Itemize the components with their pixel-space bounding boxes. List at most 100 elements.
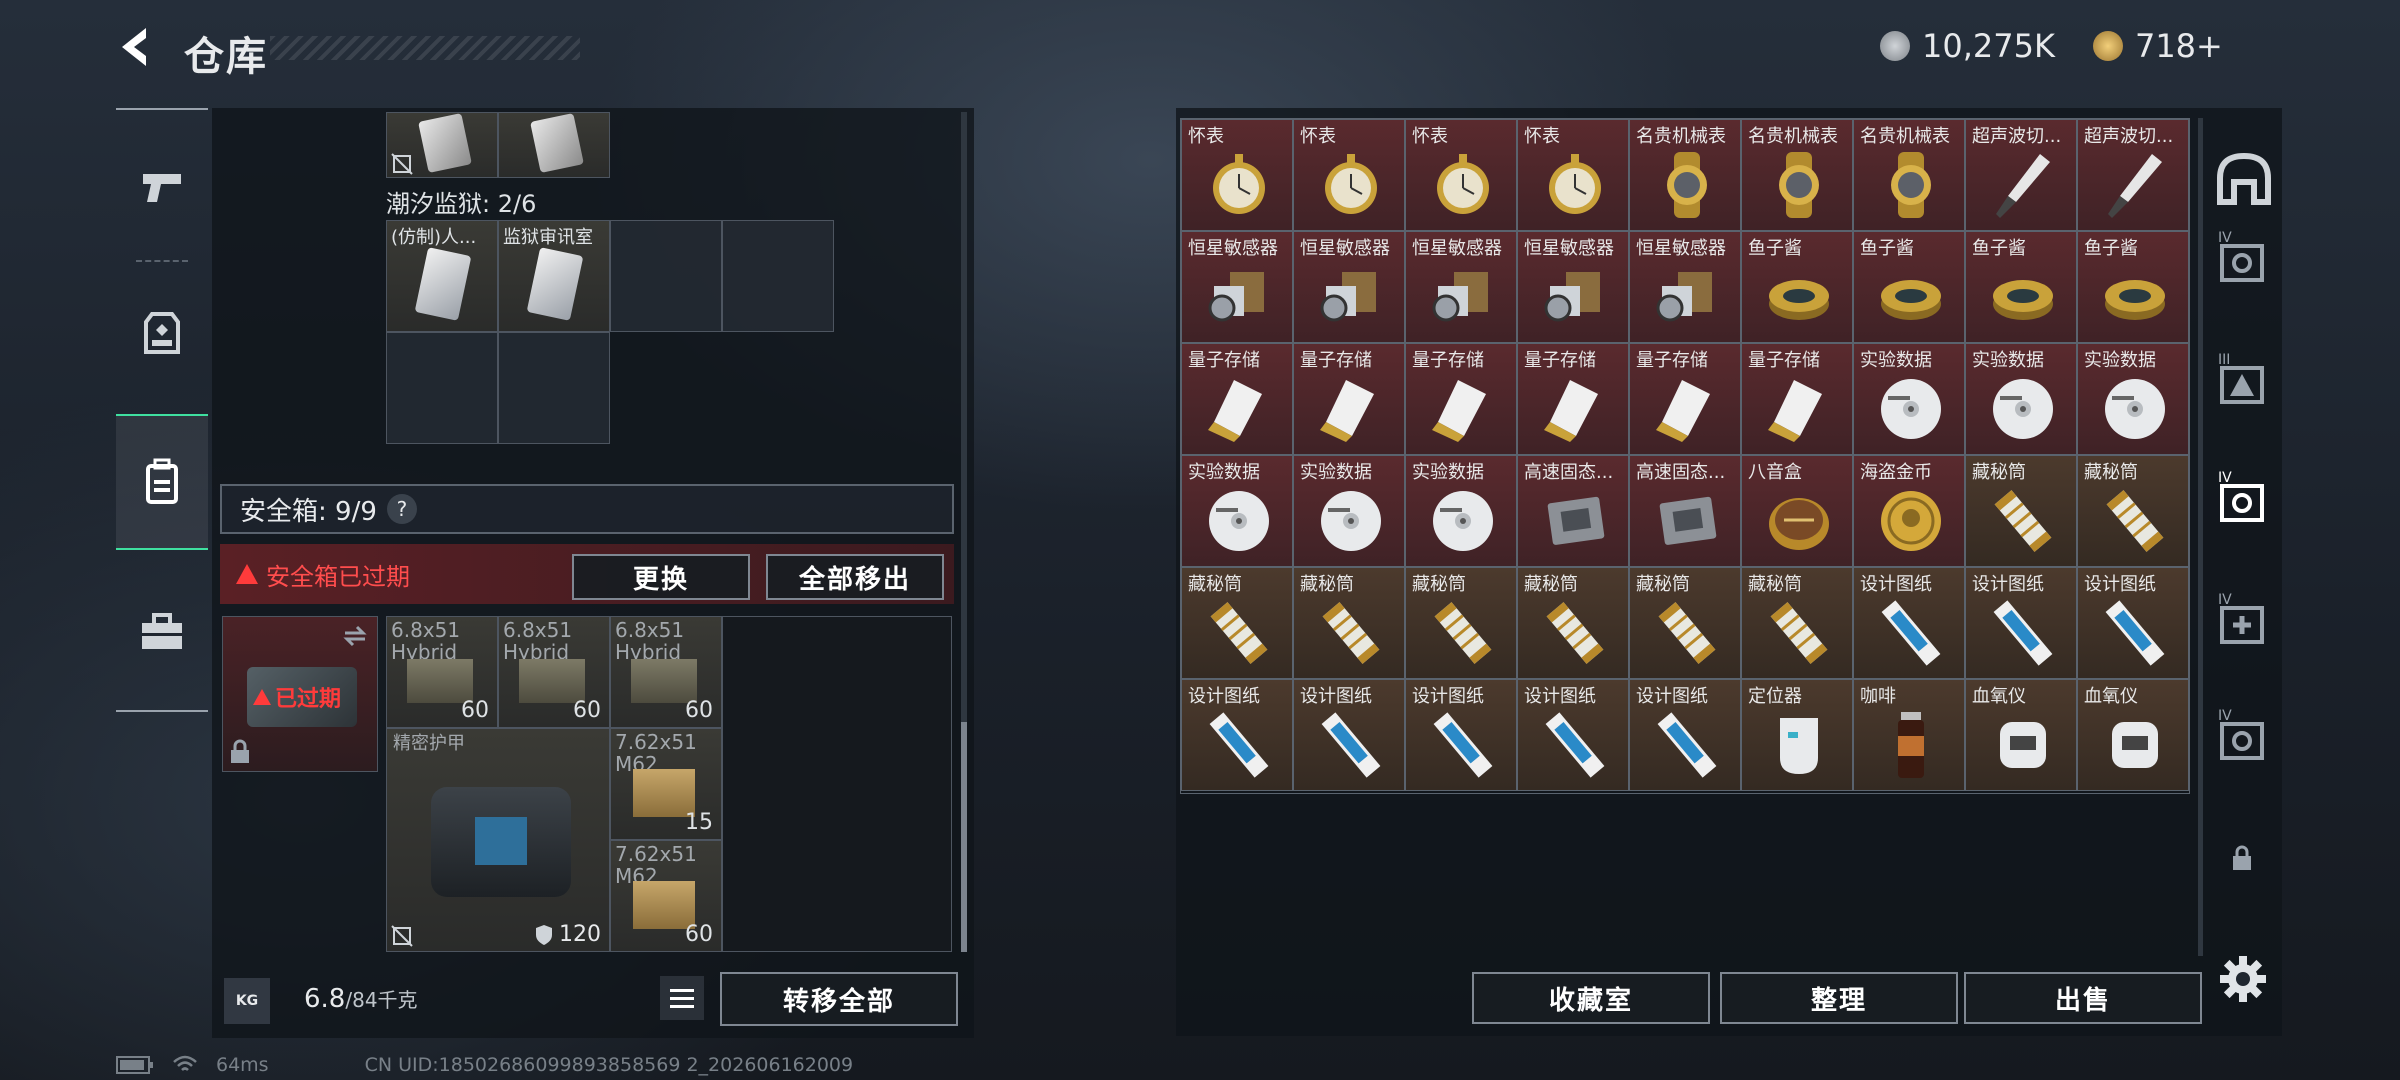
stash-item[interactable]: 恒星敏感器 (1405, 231, 1517, 343)
item-slot[interactable]: 精密护甲 120 (386, 728, 610, 952)
lock-icon[interactable] (2230, 844, 2254, 872)
item-slot[interactable]: 6.8x51 Hybrid 60 (498, 616, 610, 728)
stash-item[interactable]: 鱼子酱 (1741, 231, 1853, 343)
stash-item[interactable]: 超声波切... (2077, 119, 2189, 231)
stash-item[interactable]: 怀表 (1517, 119, 1629, 231)
item-slot[interactable]: 6.8x51 Hybrid 60 (386, 616, 498, 728)
item-slot[interactable]: 7.62x51 M62 60 (610, 840, 722, 952)
stash-item-name: 藏秘筒 (1524, 574, 1578, 595)
help-icon[interactable]: ? (386, 494, 417, 524)
empty-slot[interactable] (610, 220, 722, 332)
transfer-all-button[interactable]: 转移全部 (720, 972, 958, 1026)
stash-item[interactable]: 藏秘筒 (1965, 455, 2077, 567)
stash-home-icon[interactable] (2214, 148, 2274, 208)
stash-item[interactable]: 量子存储 (1405, 343, 1517, 455)
empty-slot[interactable] (386, 332, 498, 444)
stash-item[interactable]: 量子存储 (1741, 343, 1853, 455)
stash-item[interactable]: 恒星敏感器 (1517, 231, 1629, 343)
stash-item[interactable]: 实验数据 (1965, 343, 2077, 455)
stash-item-name: 设计图纸 (1188, 686, 1260, 707)
scrollbar-thumb[interactable] (961, 722, 967, 952)
back-icon[interactable] (112, 22, 162, 72)
stash-item[interactable]: 恒星敏感器 (1629, 231, 1741, 343)
tier-iv-active-tab[interactable]: IV (2214, 470, 2274, 530)
stash-item[interactable]: 设计图纸 (1293, 679, 1405, 791)
nav-case[interactable] (126, 596, 198, 668)
stash-scrollbar[interactable] (2198, 118, 2203, 956)
stash-item[interactable]: 鱼子酱 (2077, 231, 2189, 343)
inventory-scrollbar[interactable] (961, 112, 967, 952)
settings-gear-icon[interactable] (2218, 954, 2268, 1004)
stash-item[interactable]: 实验数据 (1405, 455, 1517, 567)
stash-item[interactable]: 设计图纸 (1405, 679, 1517, 791)
nav-weapons[interactable] (126, 152, 198, 224)
stash-item[interactable]: 海盗金币 (1853, 455, 1965, 567)
stash-item[interactable]: 定位器 (1741, 679, 1853, 791)
stash-item[interactable]: 量子存储 (1181, 343, 1293, 455)
item-slot[interactable] (498, 112, 610, 178)
item-slot[interactable]: 监狱审讯室 (498, 220, 610, 332)
replace-button[interactable]: 更换 (572, 554, 750, 600)
stash-item[interactable]: 实验数据 (1853, 343, 1965, 455)
stash-item[interactable]: 实验数据 (1293, 455, 1405, 567)
list-view-button[interactable] (660, 976, 704, 1020)
empty-slot[interactable] (498, 332, 610, 444)
stash-item[interactable]: 恒星敏感器 (1181, 231, 1293, 343)
stash-item[interactable]: 八音盒 (1741, 455, 1853, 567)
safebox-slot[interactable]: 已过期 (222, 616, 378, 772)
item-slot[interactable]: 6.8x51 Hybrid 60 (610, 616, 722, 728)
stash-item[interactable]: 名贵机械表 (1853, 119, 1965, 231)
stash-item[interactable]: 血氧仪 (1965, 679, 2077, 791)
stash-item[interactable]: 怀表 (1181, 119, 1293, 231)
stash-item[interactable]: 怀表 (1405, 119, 1517, 231)
stash-item[interactable]: 实验数据 (1181, 455, 1293, 567)
stash-item[interactable]: 藏秘筒 (2077, 455, 2189, 567)
stash-item[interactable]: 藏秘筒 (1293, 567, 1405, 679)
tier-iv-tab[interactable]: IV (2214, 230, 2274, 290)
stash-item[interactable]: 鱼子酱 (1965, 231, 2077, 343)
stash-item-name: 实验数据 (1300, 462, 1372, 483)
stash-item[interactable]: 高速固态... (1629, 455, 1741, 567)
collection-button[interactable]: 收藏室 (1472, 972, 1710, 1024)
stash-item[interactable]: 恒星敏感器 (1293, 231, 1405, 343)
sell-button[interactable]: 出售 (1964, 972, 2202, 1024)
stash-item[interactable]: 高速固态... (1517, 455, 1629, 567)
stash-item[interactable]: 设计图纸 (1965, 567, 2077, 679)
stash-item[interactable]: 藏秘筒 (1517, 567, 1629, 679)
stash-item[interactable]: 设计图纸 (1853, 567, 1965, 679)
stash-item-name: 设计图纸 (1860, 574, 1932, 595)
tier-iv-tab-2[interactable]: IV (2214, 708, 2274, 768)
stash-item[interactable]: 藏秘筒 (1405, 567, 1517, 679)
sort-button[interactable]: 整理 (1720, 972, 1958, 1024)
stash-item[interactable]: 设计图纸 (1517, 679, 1629, 791)
stash-item[interactable]: 鱼子酱 (1853, 231, 1965, 343)
item-slot[interactable]: 7.62x51 M62 15 (610, 728, 722, 840)
item-slot[interactable] (386, 112, 498, 178)
stash-item[interactable]: 藏秘筒 (1741, 567, 1853, 679)
stash-item[interactable]: 名贵机械表 (1741, 119, 1853, 231)
stash-item[interactable]: 量子存储 (1517, 343, 1629, 455)
stash-item[interactable]: 设计图纸 (1629, 679, 1741, 791)
stash-item[interactable]: 名贵机械表 (1629, 119, 1741, 231)
stash-item[interactable]: 量子存储 (1293, 343, 1405, 455)
move-all-out-button[interactable]: 全部移出 (766, 554, 944, 600)
tier-iv-add-tab[interactable]: IV (2214, 592, 2274, 652)
stash-item[interactable]: 量子存储 (1629, 343, 1741, 455)
stash-item[interactable]: 藏秘筒 (1181, 567, 1293, 679)
stash-item[interactable]: 设计图纸 (2077, 567, 2189, 679)
nav-backpack[interactable] (116, 414, 208, 550)
stash-item-name: 八音盒 (1748, 462, 1802, 483)
gold-amount[interactable]: 718+ (2135, 27, 2223, 65)
stash-item[interactable]: 藏秘筒 (1629, 567, 1741, 679)
stash-item[interactable]: 实验数据 (2077, 343, 2189, 455)
tier-iii-tab[interactable]: III (2214, 352, 2274, 412)
item-slot[interactable]: (仿制)人... (386, 220, 498, 332)
knife-icon (2100, 150, 2170, 220)
nav-armor[interactable] (126, 298, 198, 370)
stash-item[interactable]: 咖啡 (1853, 679, 1965, 791)
stash-item[interactable]: 血氧仪 (2077, 679, 2189, 791)
stash-item[interactable]: 设计图纸 (1181, 679, 1293, 791)
stash-item[interactable]: 超声波切... (1965, 119, 2077, 231)
empty-slot[interactable] (722, 220, 834, 332)
stash-item[interactable]: 怀表 (1293, 119, 1405, 231)
